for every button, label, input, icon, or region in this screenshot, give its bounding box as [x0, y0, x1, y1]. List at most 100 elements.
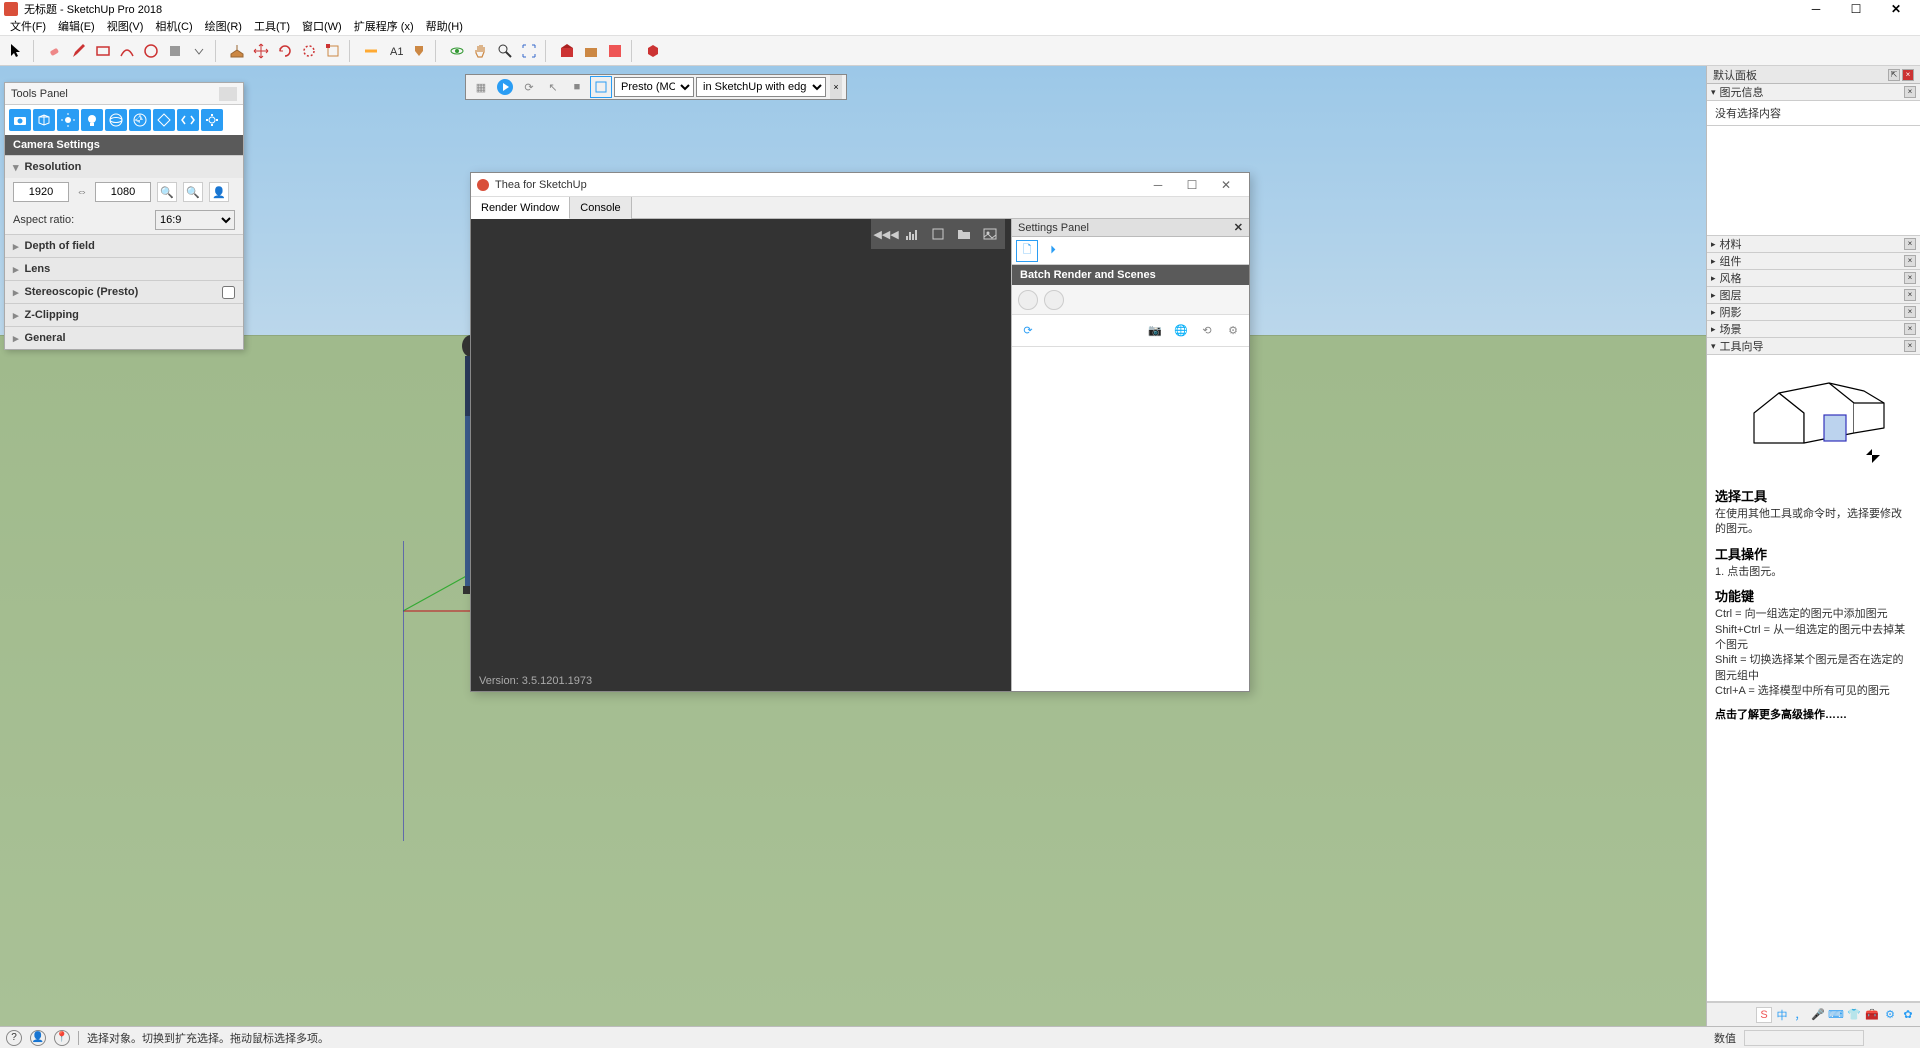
sync2-icon[interactable]: ⟲	[1197, 321, 1217, 341]
ime-toolbox-icon[interactable]: 🧰	[1864, 1007, 1880, 1023]
tab-render-window[interactable]: Render Window	[471, 197, 570, 219]
render-view[interactable]: ◀◀◀ Version: 3.5.1201.1973	[471, 219, 1011, 691]
ruby-icon[interactable]	[642, 40, 664, 62]
link-icon[interactable]: ⇔	[73, 186, 91, 198]
pushpull-tool-icon[interactable]	[226, 40, 248, 62]
refresh-icon[interactable]: ⟳	[518, 76, 540, 98]
tools-panel[interactable]: Tools Panel Camera Settings ▾Resolution	[4, 82, 244, 350]
thea-maximize[interactable]: ☐	[1175, 178, 1209, 192]
followme-tool-icon[interactable]	[298, 40, 320, 62]
zoom-extents-icon[interactable]	[518, 40, 540, 62]
zoom-tool-icon[interactable]	[494, 40, 516, 62]
scale-tool-icon[interactable]	[322, 40, 344, 62]
maximize-button[interactable]: ☐	[1836, 0, 1876, 18]
geo-icon[interactable]: 📍	[54, 1030, 70, 1046]
ime-mic-icon[interactable]: 🎤	[1810, 1007, 1826, 1023]
tab-console[interactable]: Console	[570, 197, 631, 219]
section-entity-info[interactable]: ▾图元信息×	[1707, 84, 1920, 101]
resolution-width-input[interactable]	[13, 182, 69, 202]
mode-select[interactable]: in SketchUp with edges	[696, 77, 826, 97]
section-styles[interactable]: ▸风格×	[1707, 270, 1920, 287]
reload-icon[interactable]: ⟳	[1018, 321, 1038, 341]
text-tool-icon[interactable]: A1	[384, 40, 406, 62]
cube-icon[interactable]	[33, 109, 55, 131]
aspect-ratio-select[interactable]: 16:9	[155, 210, 235, 230]
minimize-button[interactable]: ─	[1796, 0, 1836, 18]
orbit-tool-icon[interactable]	[446, 40, 468, 62]
stereo-checkbox[interactable]	[222, 286, 235, 299]
diamond-icon[interactable]	[153, 109, 175, 131]
layout-icon[interactable]	[604, 40, 626, 62]
section-scenes[interactable]: ▸场景×	[1707, 321, 1920, 338]
tools-panel-close[interactable]	[219, 87, 237, 101]
zoom-in-icon[interactable]: 🔍	[157, 182, 177, 202]
cursor-icon[interactable]: ↖	[542, 76, 564, 98]
pan-tool-icon[interactable]	[470, 40, 492, 62]
preset-select[interactable]: Presto (MC)	[614, 77, 694, 97]
section-x[interactable]: ×	[1904, 86, 1916, 98]
ime-more-icon[interactable]: ✿	[1900, 1007, 1916, 1023]
menu-view[interactable]: 视图(V)	[101, 18, 150, 36]
zoom-out-icon[interactable]: 🔍	[183, 182, 203, 202]
ime-punct-icon[interactable]: ，	[1792, 1007, 1808, 1023]
user-icon[interactable]: 👤	[30, 1030, 46, 1046]
camera2-icon[interactable]: 📷	[1145, 321, 1165, 341]
sogou-icon[interactable]: S	[1756, 1007, 1772, 1023]
stop-circle-icon[interactable]	[1044, 290, 1064, 310]
channels-icon[interactable]: ◀◀◀	[875, 223, 897, 245]
section-instructor[interactable]: ▾工具向导×	[1707, 338, 1920, 355]
tape-tool-icon[interactable]	[360, 40, 382, 62]
globe2-icon[interactable]: 🌐	[1171, 321, 1191, 341]
section-lens[interactable]: ▸Lens	[5, 258, 243, 280]
thea-minimize[interactable]: ─	[1141, 178, 1175, 192]
aperture-icon[interactable]	[129, 109, 151, 131]
ime-settings-icon[interactable]: ⚙	[1882, 1007, 1898, 1023]
run-icon[interactable]: ⏵	[1042, 240, 1064, 262]
close-button[interactable]: ✕	[1876, 0, 1916, 18]
histogram-icon[interactable]	[901, 223, 923, 245]
shape-tool-icon[interactable]	[164, 40, 186, 62]
rotate-tool-icon[interactable]	[274, 40, 296, 62]
camera-icon[interactable]	[9, 109, 31, 131]
menu-help[interactable]: 帮助(H)	[420, 18, 469, 36]
region-icon[interactable]	[590, 76, 612, 98]
menu-draw[interactable]: 绘图(R)	[199, 18, 248, 36]
person-icon[interactable]: 👤	[209, 182, 229, 202]
tray-close-icon[interactable]: ×	[1902, 69, 1914, 81]
render-toolbar[interactable]: ▦ ⟳ ↖ ■ Presto (MC) in SketchUp with edg…	[465, 74, 847, 100]
menu-tools[interactable]: 工具(T)	[248, 18, 296, 36]
play-icon[interactable]	[494, 76, 516, 98]
section-shadows[interactable]: ▸阴影×	[1707, 304, 1920, 321]
thea-close[interactable]: ✕	[1209, 178, 1243, 192]
menu-file[interactable]: 文件(F)	[4, 18, 52, 36]
batch-icon[interactable]: 🗋	[1016, 240, 1038, 262]
extension-warehouse-icon[interactable]	[580, 40, 602, 62]
ime-cn-icon[interactable]: 中	[1774, 1007, 1790, 1023]
arc-tool-icon[interactable]	[116, 40, 138, 62]
bulb-icon[interactable]	[81, 109, 103, 131]
tray-header[interactable]: 默认面板 ⇱×	[1707, 66, 1920, 84]
image-icon[interactable]	[979, 223, 1001, 245]
globe-icon[interactable]	[105, 109, 127, 131]
select-tool-icon[interactable]	[6, 40, 28, 62]
render-toolbar-close[interactable]: ×	[830, 75, 842, 99]
menu-window[interactable]: 窗口(W)	[296, 18, 348, 36]
stop-icon[interactable]: ■	[566, 76, 588, 98]
code-icon[interactable]	[177, 109, 199, 131]
warehouse-icon[interactable]	[556, 40, 578, 62]
play-circle-icon[interactable]	[1018, 290, 1038, 310]
help-icon[interactable]: ?	[6, 1030, 22, 1046]
menu-camera[interactable]: 相机(C)	[149, 18, 198, 36]
circle-tool-icon[interactable]	[140, 40, 162, 62]
folder-icon[interactable]	[953, 223, 975, 245]
tools-panel-header[interactable]: Tools Panel	[5, 83, 243, 105]
resolution-height-input[interactable]	[95, 182, 151, 202]
menu-edit[interactable]: 编辑(E)	[52, 18, 101, 36]
resolution-section[interactable]: ▾Resolution	[5, 156, 243, 178]
section-stereo[interactable]: ▸Stereoscopic (Presto)	[5, 281, 243, 303]
thea-window[interactable]: Thea for SketchUp ─ ☐ ✕ Render Window Co…	[470, 172, 1250, 692]
ime-keyboard-icon[interactable]: ⌨	[1828, 1007, 1844, 1023]
section-layers[interactable]: ▸图层×	[1707, 287, 1920, 304]
section-components[interactable]: ▸组件×	[1707, 253, 1920, 270]
ime-skin-icon[interactable]: 👕	[1846, 1007, 1862, 1023]
